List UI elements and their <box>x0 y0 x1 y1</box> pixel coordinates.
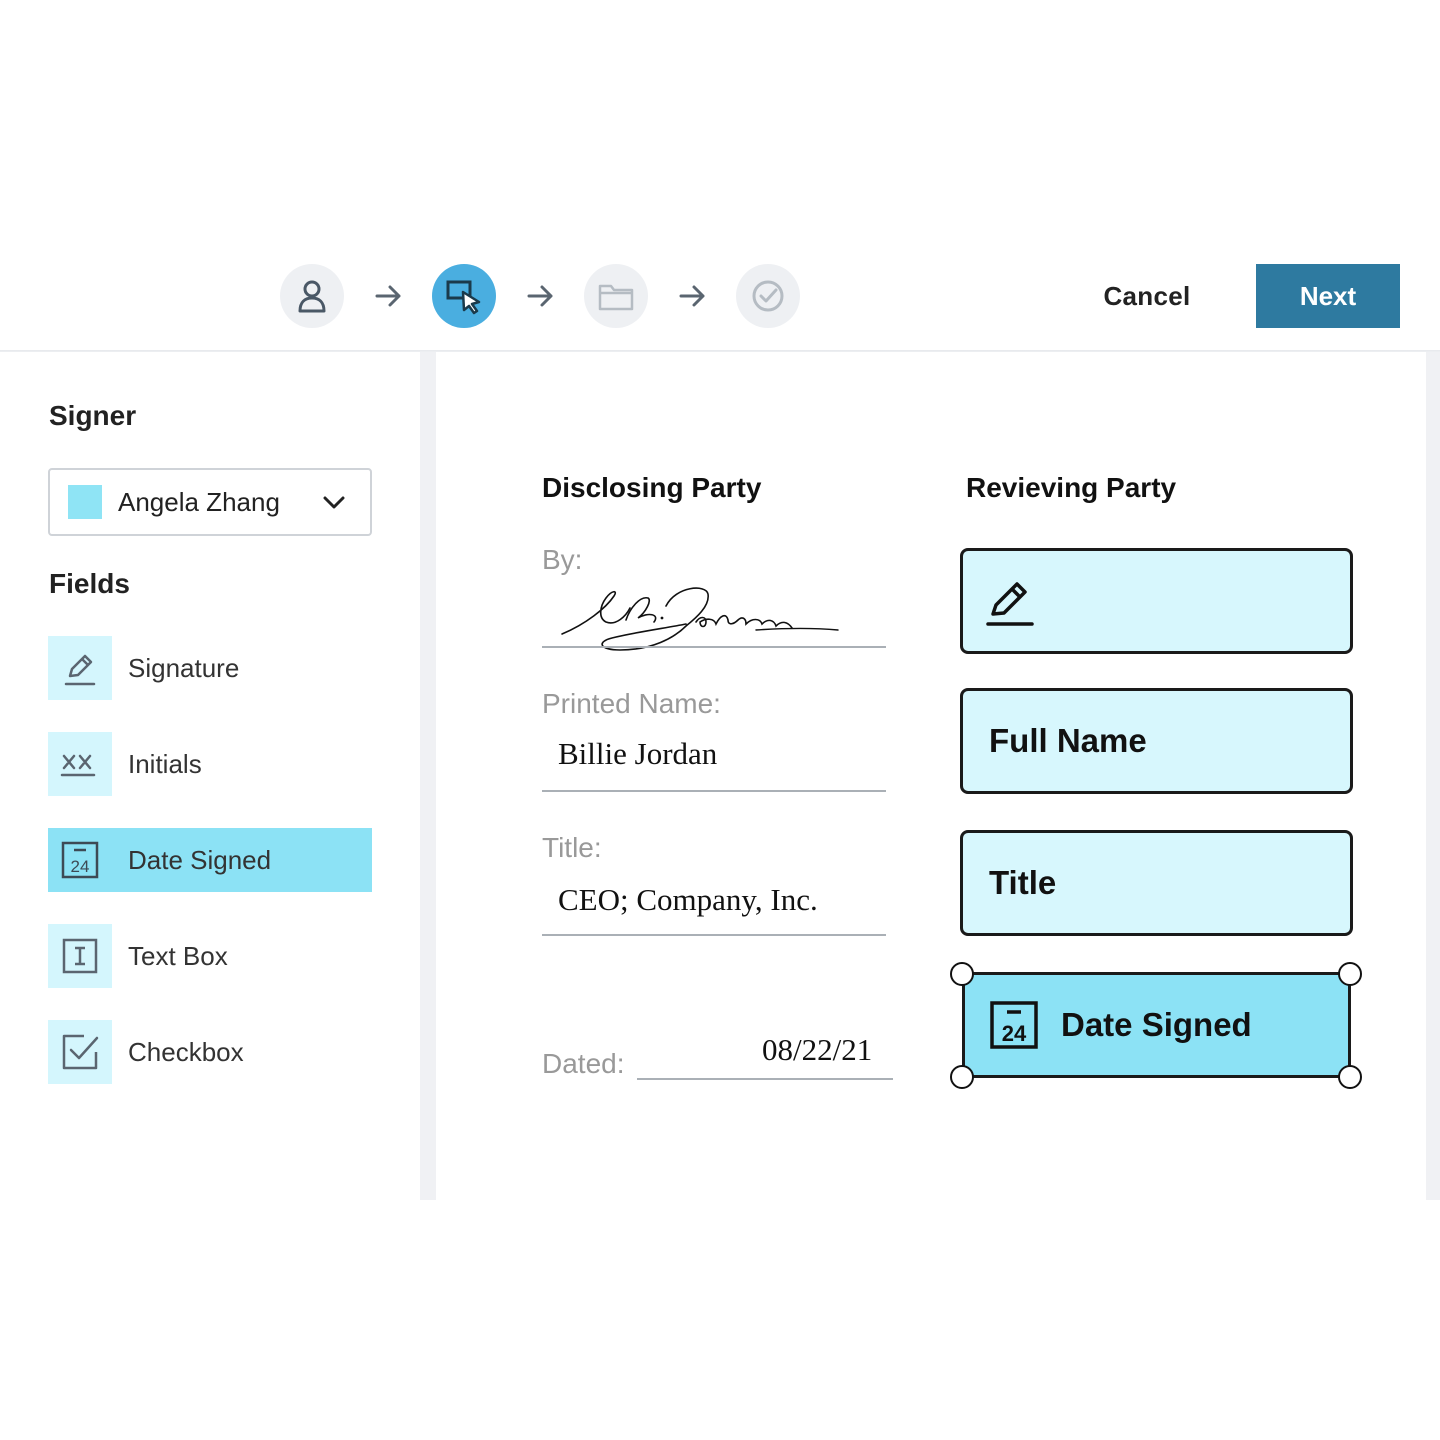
fields-heading: Fields <box>49 568 130 599</box>
initials-icon <box>60 754 96 777</box>
pen-icon <box>64 654 96 686</box>
field-label: Signature <box>128 652 240 683</box>
calendar-icon: 24 <box>990 1001 1038 1049</box>
cancel-button[interactable]: Cancel <box>1082 264 1212 328</box>
field-text-box[interactable]: Text Box <box>48 924 372 988</box>
top-bar: Cancel Next <box>0 0 1440 352</box>
dated-line <box>637 1078 893 1080</box>
select-field-icon <box>446 280 481 315</box>
step-send[interactable] <box>736 264 800 328</box>
next-button[interactable]: Next <box>1256 264 1400 328</box>
pen-icon <box>986 582 1034 626</box>
signer-heading: Signer <box>49 400 137 431</box>
step-review[interactable] <box>584 264 648 328</box>
svg-text:24: 24 <box>71 857 90 876</box>
calendar-icon: 24 <box>61 841 99 879</box>
field-initials[interactable]: Initials <box>48 732 372 796</box>
step-signers[interactable] <box>280 264 344 328</box>
step-fields[interactable] <box>432 264 496 328</box>
chevron-down-icon <box>323 496 345 509</box>
signature-line <box>542 646 886 648</box>
dated-label: Dated: <box>542 1048 625 1079</box>
check-circle-icon <box>752 280 784 312</box>
field-label: Date Signed <box>1061 1006 1252 1043</box>
placed-title-field[interactable]: Title <box>960 830 1353 936</box>
field-date-signed[interactable]: 24 Date Signed <box>48 828 372 892</box>
field-label: Text Box <box>128 940 228 971</box>
field-label: Checkbox <box>128 1036 244 1067</box>
checkbox-icon <box>62 1034 99 1070</box>
text-cursor-icon <box>62 938 98 974</box>
field-label: Date Signed <box>128 844 272 875</box>
arrow-right-icon <box>679 285 705 307</box>
field-label: Initials <box>128 748 202 779</box>
resize-handle-bottom-right[interactable] <box>1338 1065 1362 1089</box>
receiving-party-heading: Revieving Party <box>966 472 1177 503</box>
by-label: By: <box>542 544 583 575</box>
field-label: Full Name <box>989 722 1147 759</box>
disclosing-party-heading: Disclosing Party <box>542 472 762 503</box>
placed-full-name-field[interactable]: Full Name <box>960 688 1353 794</box>
resize-handle-top-right[interactable] <box>1338 962 1362 986</box>
folder-icon <box>598 284 634 311</box>
title-value: CEO; Company, Inc. <box>558 882 818 917</box>
signer-dropdown[interactable]: Angela Zhang <box>48 468 372 536</box>
resize-handle-top-left[interactable] <box>950 962 974 986</box>
dated-value: 08/22/21 <box>762 1032 873 1067</box>
svg-text:24: 24 <box>1002 1021 1027 1046</box>
placed-signature-field[interactable] <box>960 548 1353 654</box>
arrow-right-icon <box>375 285 401 307</box>
printed-name-line <box>542 790 886 792</box>
resize-handle-bottom-left[interactable] <box>950 1065 974 1089</box>
title-label: Title: <box>542 832 602 863</box>
arrow-right-icon <box>527 285 553 307</box>
signer-color-swatch <box>68 485 102 519</box>
field-checkbox[interactable]: Checkbox <box>48 1020 372 1084</box>
user-icon <box>298 280 326 313</box>
printed-name-label: Printed Name: <box>542 688 721 719</box>
field-label: Title <box>989 864 1057 901</box>
field-signature[interactable]: Signature <box>48 636 372 700</box>
signer-name: Angela Zhang <box>118 486 280 517</box>
title-line <box>542 934 886 936</box>
placed-date-signed-field[interactable]: 24 Date Signed <box>962 972 1351 1078</box>
printed-name-value: Billie Jordan <box>558 736 718 771</box>
